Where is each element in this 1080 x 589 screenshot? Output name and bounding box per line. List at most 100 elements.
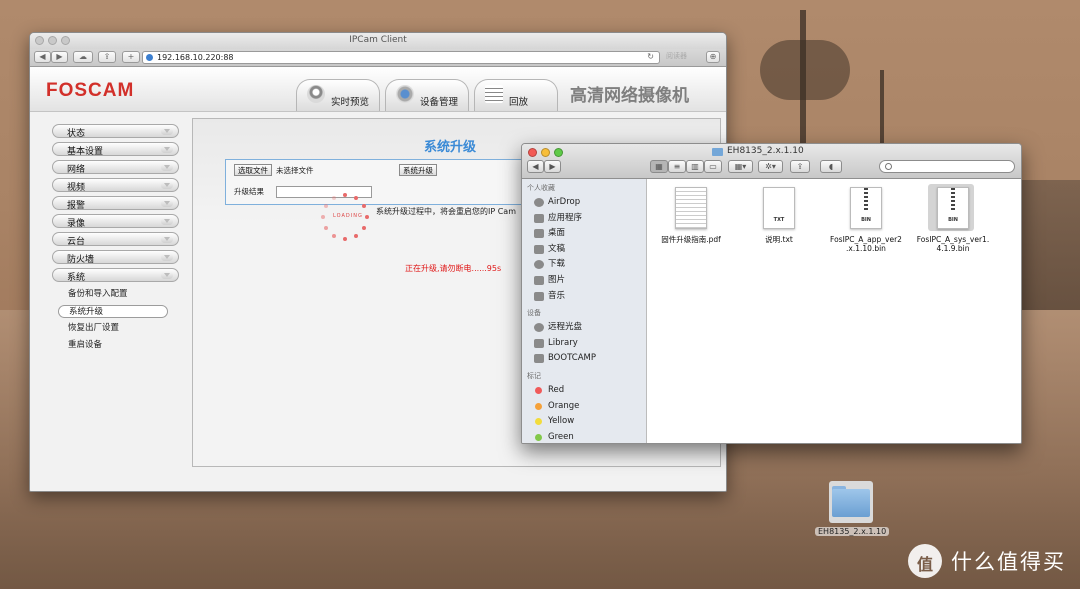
- sidebar-item-downloads[interactable]: 下载: [522, 257, 646, 273]
- sidebar-item-label: Red: [548, 384, 565, 395]
- url-text: 192.168.10.220:88: [157, 53, 234, 62]
- finder-forward-button[interactable]: ▶: [544, 160, 561, 173]
- tab-playback[interactable]: 回放: [474, 79, 558, 111]
- globe-icon: [146, 54, 153, 61]
- sidebar-item-airdrop[interactable]: AirDrop: [522, 195, 646, 211]
- chevron-down-icon: [161, 236, 173, 243]
- window-title: IPCam Client: [349, 35, 407, 45]
- applications-icon: [534, 213, 544, 223]
- sidebar-item-label: 云台: [67, 237, 86, 247]
- desktop-folder-icon[interactable]: [829, 481, 873, 523]
- sidebar-tag-green[interactable]: Green: [522, 430, 646, 443]
- sidebar-item-video[interactable]: 视频: [52, 178, 179, 193]
- sidebar-item-music[interactable]: 音乐: [522, 289, 646, 305]
- cloud-icon[interactable]: ☁: [73, 51, 93, 63]
- sidebar-tag-red[interactable]: Red: [522, 383, 646, 399]
- file-item[interactable]: TXT 说明.txt: [739, 187, 819, 244]
- finder-toolbar[interactable]: EH8135_2.x.1.10 ◀ ▶ ▦ ≡ ▥ ▭ ▦▾ ✲▾ ⇪ ◖: [522, 144, 1021, 179]
- sidebar-item-label: BOOTCAMP: [548, 353, 596, 364]
- sidebar-sub-system-upgrade[interactable]: 系统升级: [58, 305, 168, 318]
- sidebar-item-bootcamp[interactable]: BOOTCAMP: [522, 351, 646, 367]
- sidebar-item-label: 远程光盘: [548, 322, 583, 333]
- file-item-selected[interactable]: BIN FosIPC_A_sys_ver1. 4.1.9.bin: [913, 184, 993, 253]
- upgrade-button[interactable]: 系统升级: [399, 164, 437, 176]
- reader-button[interactable]: 阅读器: [666, 51, 706, 63]
- sidebar-section-favorites: 个人收藏: [527, 184, 555, 192]
- sidebar-item-applications[interactable]: 应用程序: [522, 211, 646, 227]
- share-icon[interactable]: ⇪: [98, 51, 116, 63]
- forward-button[interactable]: ▶: [51, 51, 68, 63]
- watermark-logo-icon: [908, 544, 942, 578]
- spinner-text: LOADING: [333, 213, 363, 219]
- file-type-tag: BIN: [861, 217, 871, 223]
- tab-live-view-label: 实时预览: [331, 97, 370, 108]
- sidebar-item-firewall[interactable]: 防火墙: [52, 250, 179, 265]
- sidebar-item-label: 防火墙: [67, 255, 95, 265]
- file-name-line: .x.1.10.bin: [846, 244, 886, 253]
- sidebar-tag-yellow[interactable]: Yellow: [522, 414, 646, 430]
- sidebar-tag-orange[interactable]: Orange: [522, 399, 646, 415]
- bin-file-icon: BIN: [850, 187, 882, 229]
- file-type-tag: BIN: [948, 217, 958, 223]
- sidebar-item-network[interactable]: 网络: [52, 160, 179, 175]
- upgrade-form: 选取文件 未选择文件 系统升级 升级结果: [225, 159, 557, 205]
- sidebar-item-status[interactable]: 状态: [52, 124, 179, 139]
- finder-minimize-button[interactable]: [541, 148, 550, 157]
- file-item[interactable]: BIN FosIPC_A_app_ver2 .x.1.10.bin: [826, 187, 906, 253]
- sidebar-sub-reboot[interactable]: 重启设备: [52, 337, 179, 354]
- sidebar-item-ptz[interactable]: 云台: [52, 232, 179, 247]
- finder-zoom-button[interactable]: [554, 148, 563, 157]
- finder-back-button[interactable]: ◀: [527, 160, 544, 173]
- sidebar-item-pictures[interactable]: 图片: [522, 273, 646, 289]
- arrange-button[interactable]: ▦▾: [728, 160, 753, 173]
- tag-icon[interactable]: ◖: [820, 160, 842, 173]
- gear-icon[interactable]: ✲▾: [758, 160, 783, 173]
- sidebar-item-library[interactable]: Library: [522, 336, 646, 352]
- red-tag-icon: [535, 386, 542, 394]
- sidebar-item-desktop[interactable]: 桌面: [522, 226, 646, 242]
- sidebar-item-basic-settings[interactable]: 基本设置: [52, 142, 179, 157]
- cover-flow-button[interactable]: ▭: [704, 160, 722, 173]
- sidebar-sub-factory-reset[interactable]: 恢复出厂设置: [52, 320, 179, 337]
- desktop-folder-label[interactable]: EH8135_2.x.1.10: [815, 527, 890, 536]
- sidebar-item-system[interactable]: 系统: [52, 268, 179, 283]
- sidebar-section-devices: 设备: [527, 309, 541, 318]
- share-icon[interactable]: ⇪: [790, 160, 810, 173]
- column-view-button[interactable]: ▥: [686, 160, 704, 173]
- download-icon[interactable]: ⊕: [706, 51, 720, 63]
- airdrop-icon: [534, 198, 544, 207]
- tab-live-view[interactable]: 实时预览: [296, 79, 380, 111]
- finder-file-area: 固件升级指南.pdf TXT 说明.txt BIN FosIPC_A_app_v…: [647, 179, 1021, 443]
- finder-close-button[interactable]: [528, 148, 537, 157]
- sidebar-item-label: 文稿: [548, 243, 566, 254]
- chevron-down-icon: [161, 128, 173, 135]
- progress-note: 正在升级,请勿断电......95s: [405, 264, 502, 273]
- choose-file-button[interactable]: 选取文件: [234, 164, 272, 176]
- tab-playback-label: 回放: [509, 97, 529, 108]
- remote-disc-icon: [534, 323, 544, 333]
- sidebar-item-remote-disc[interactable]: 远程光盘: [522, 320, 646, 336]
- file-name: FosIPC_A_app_ver2 .x.1.10.bin: [826, 235, 906, 253]
- documents-icon: [534, 244, 544, 254]
- sidebar-item-record[interactable]: 录像: [52, 214, 179, 229]
- sidebar-item-label: 状态: [67, 129, 86, 139]
- file-item[interactable]: 固件升级指南.pdf: [651, 187, 731, 244]
- chevron-down-icon: [161, 218, 173, 225]
- file-name-line: FosIPC_A_sys_ver1.: [916, 235, 990, 244]
- sidebar-item-documents[interactable]: 文稿: [522, 242, 646, 258]
- sidebar-sub-backup[interactable]: 备份和导入配置: [52, 286, 179, 303]
- icon-view-button[interactable]: ▦: [650, 160, 668, 173]
- sidebar-item-label: Library: [548, 337, 578, 348]
- address-bar[interactable]: 192.168.10.220:88 ↻: [142, 51, 660, 64]
- file-name: FosIPC_A_sys_ver1. 4.1.9.bin: [913, 235, 993, 253]
- sidebar-item-label: 视频: [67, 183, 86, 193]
- back-button[interactable]: ◀: [34, 51, 51, 63]
- finder-search-input[interactable]: [879, 160, 1015, 173]
- tab-device-management[interactable]: 设备管理: [385, 79, 469, 111]
- browser-toolbar: ◀ ▶ ☁ ⇪ + 192.168.10.220:88 ↻ 阅读器 ⊕: [30, 49, 726, 67]
- browser-titlebar[interactable]: IPCam Client: [30, 33, 726, 49]
- list-view-button[interactable]: ≡: [668, 160, 686, 173]
- reload-icon[interactable]: ↻: [647, 52, 654, 61]
- sidebar-item-alarm[interactable]: 报警: [52, 196, 179, 211]
- add-tab-button[interactable]: +: [122, 51, 140, 63]
